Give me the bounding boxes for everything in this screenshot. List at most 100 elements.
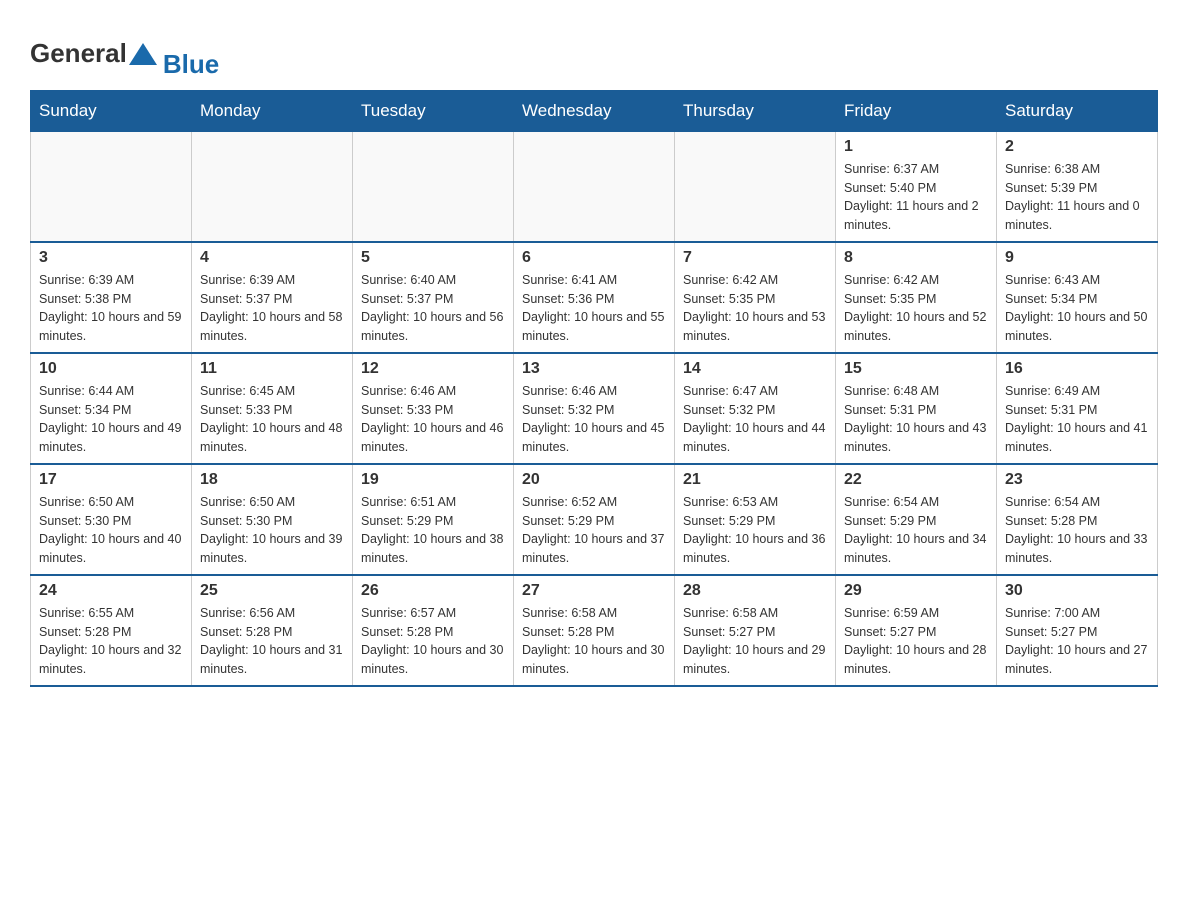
day-number: 19 xyxy=(361,471,505,489)
day-number: 12 xyxy=(361,360,505,378)
calendar-day-cell: 17 Sunrise: 6:50 AMSunset: 5:30 PMDayligh… xyxy=(31,464,192,575)
day-number: 24 xyxy=(39,582,183,600)
calendar-day-cell xyxy=(514,131,675,242)
logo-blue-text: Blue xyxy=(163,49,219,80)
day-info: Sunrise: 6:57 AMSunset: 5:28 PMDaylight:… xyxy=(361,604,505,679)
weekday-header-tuesday: Tuesday xyxy=(353,90,514,131)
calendar-week-row: 24 Sunrise: 6:55 AMSunset: 5:28 PMDayligh… xyxy=(31,575,1158,686)
calendar-week-row: 10 Sunrise: 6:44 AMSunset: 5:34 PMDayligh… xyxy=(31,353,1158,464)
calendar-day-cell: 11 Sunrise: 6:45 AMSunset: 5:33 PMDayligh… xyxy=(192,353,353,464)
day-number: 1 xyxy=(844,138,988,156)
calendar-day-cell xyxy=(192,131,353,242)
calendar-day-cell: 7 Sunrise: 6:42 AMSunset: 5:35 PMDaylight… xyxy=(675,242,836,353)
day-info: Sunrise: 6:44 AMSunset: 5:34 PMDaylight:… xyxy=(39,382,183,457)
day-number: 30 xyxy=(1005,582,1149,600)
calendar-week-row: 3Sunrise: 6:39 AMSunset: 5:38 PMDaylight… xyxy=(31,242,1158,353)
calendar-day-cell: 20 Sunrise: 6:52 AMSunset: 5:29 PMDayligh… xyxy=(514,464,675,575)
calendar-day-cell: 23 Sunrise: 6:54 AMSunset: 5:28 PMDayligh… xyxy=(997,464,1158,575)
weekday-header-sunday: Sunday xyxy=(31,90,192,131)
weekday-header-monday: Monday xyxy=(192,90,353,131)
day-info: Sunrise: 6:40 AMSunset: 5:37 PMDaylight:… xyxy=(361,271,505,346)
calendar-day-cell xyxy=(675,131,836,242)
logo: General Blue xyxy=(30,28,219,80)
calendar-day-cell: 28 Sunrise: 6:58 AMSunset: 5:27 PMDayligh… xyxy=(675,575,836,686)
calendar-day-cell: 15 Sunrise: 6:48 AMSunset: 5:31 PMDayligh… xyxy=(836,353,997,464)
day-number: 17 xyxy=(39,471,183,489)
day-number: 23 xyxy=(1005,471,1149,489)
calendar-day-cell: 13 Sunrise: 6:46 AMSunset: 5:32 PMDayligh… xyxy=(514,353,675,464)
day-info: Sunrise: 6:49 AMSunset: 5:31 PMDaylight:… xyxy=(1005,382,1149,457)
logo-general-text: General xyxy=(30,38,127,69)
weekday-header-row: SundayMondayTuesdayWednesdayThursdayFrid… xyxy=(31,90,1158,131)
day-info: Sunrise: 6:56 AMSunset: 5:28 PMDaylight:… xyxy=(200,604,344,679)
calendar-day-cell: 18 Sunrise: 6:50 AMSunset: 5:30 PMDayligh… xyxy=(192,464,353,575)
day-number: 3 xyxy=(39,249,183,267)
day-number: 25 xyxy=(200,582,344,600)
day-info: Sunrise: 6:46 AMSunset: 5:32 PMDaylight:… xyxy=(522,382,666,457)
weekday-header-saturday: Saturday xyxy=(997,90,1158,131)
day-number: 8 xyxy=(844,249,988,267)
calendar-day-cell: 6 Sunrise: 6:41 AMSunset: 5:36 PMDaylight… xyxy=(514,242,675,353)
calendar-week-row: 1 Sunrise: 6:37 AMSunset: 5:40 PMDaylight… xyxy=(31,131,1158,242)
calendar-header: SundayMondayTuesdayWednesdayThursdayFrid… xyxy=(31,90,1158,131)
day-info: Sunrise: 6:54 AMSunset: 5:29 PMDaylight:… xyxy=(844,493,988,568)
day-info: Sunrise: 6:54 AMSunset: 5:28 PMDaylight:… xyxy=(1005,493,1149,568)
day-info: Sunrise: 6:58 AMSunset: 5:27 PMDaylight:… xyxy=(683,604,827,679)
day-info: Sunrise: 6:43 AMSunset: 5:34 PMDaylight:… xyxy=(1005,271,1149,346)
day-info: Sunrise: 6:37 AMSunset: 5:40 PMDaylight:… xyxy=(844,160,988,235)
calendar-day-cell: 30 Sunrise: 7:00 AMSunset: 5:27 PMDayligh… xyxy=(997,575,1158,686)
day-info: Sunrise: 6:51 AMSunset: 5:29 PMDaylight:… xyxy=(361,493,505,568)
day-number: 5 xyxy=(361,249,505,267)
day-number: 26 xyxy=(361,582,505,600)
day-number: 15 xyxy=(844,360,988,378)
day-info: Sunrise: 6:42 AMSunset: 5:35 PMDaylight:… xyxy=(844,271,988,346)
logo-triangle-icon xyxy=(129,43,157,65)
day-info: Sunrise: 6:59 AMSunset: 5:27 PMDaylight:… xyxy=(844,604,988,679)
calendar-day-cell xyxy=(353,131,514,242)
calendar-day-cell: 24 Sunrise: 6:55 AMSunset: 5:28 PMDayligh… xyxy=(31,575,192,686)
calendar-day-cell: 8 Sunrise: 6:42 AMSunset: 5:35 PMDaylight… xyxy=(836,242,997,353)
day-info: Sunrise: 6:46 AMSunset: 5:33 PMDaylight:… xyxy=(361,382,505,457)
logo-text-line2 xyxy=(163,28,219,49)
calendar-day-cell: 4Sunrise: 6:39 AMSunset: 5:37 PMDaylight… xyxy=(192,242,353,353)
day-number: 11 xyxy=(200,360,344,378)
day-info: Sunrise: 6:52 AMSunset: 5:29 PMDaylight:… xyxy=(522,493,666,568)
day-number: 18 xyxy=(200,471,344,489)
calendar-day-cell: 22Sunrise: 6:54 AMSunset: 5:29 PMDayligh… xyxy=(836,464,997,575)
day-info: Sunrise: 6:53 AMSunset: 5:29 PMDaylight:… xyxy=(683,493,827,568)
calendar-day-cell: 25 Sunrise: 6:56 AMSunset: 5:28 PMDayligh… xyxy=(192,575,353,686)
weekday-header-thursday: Thursday xyxy=(675,90,836,131)
calendar-day-cell: 2Sunrise: 6:38 AMSunset: 5:39 PMDaylight… xyxy=(997,131,1158,242)
day-number: 6 xyxy=(522,249,666,267)
day-info: Sunrise: 6:50 AMSunset: 5:30 PMDaylight:… xyxy=(200,493,344,568)
day-info: Sunrise: 6:50 AMSunset: 5:30 PMDaylight:… xyxy=(39,493,183,568)
calendar-day-cell: 29 Sunrise: 6:59 AMSunset: 5:27 PMDayligh… xyxy=(836,575,997,686)
day-number: 16 xyxy=(1005,360,1149,378)
day-number: 10 xyxy=(39,360,183,378)
calendar-day-cell xyxy=(31,131,192,242)
day-info: Sunrise: 6:55 AMSunset: 5:28 PMDaylight:… xyxy=(39,604,183,679)
calendar-day-cell: 14Sunrise: 6:47 AMSunset: 5:32 PMDayligh… xyxy=(675,353,836,464)
day-info: Sunrise: 6:48 AMSunset: 5:31 PMDaylight:… xyxy=(844,382,988,457)
calendar-day-cell: 27Sunrise: 6:58 AMSunset: 5:28 PMDayligh… xyxy=(514,575,675,686)
day-info: Sunrise: 6:42 AMSunset: 5:35 PMDaylight:… xyxy=(683,271,827,346)
day-number: 20 xyxy=(522,471,666,489)
day-number: 13 xyxy=(522,360,666,378)
calendar-day-cell: 10 Sunrise: 6:44 AMSunset: 5:34 PMDayligh… xyxy=(31,353,192,464)
day-info: Sunrise: 7:00 AMSunset: 5:27 PMDaylight:… xyxy=(1005,604,1149,679)
calendar-day-cell: 16 Sunrise: 6:49 AMSunset: 5:31 PMDayligh… xyxy=(997,353,1158,464)
calendar-body: 1 Sunrise: 6:37 AMSunset: 5:40 PMDaylight… xyxy=(31,131,1158,686)
day-number: 29 xyxy=(844,582,988,600)
calendar-day-cell: 12 Sunrise: 6:46 AMSunset: 5:33 PMDayligh… xyxy=(353,353,514,464)
day-info: Sunrise: 6:45 AMSunset: 5:33 PMDaylight:… xyxy=(200,382,344,457)
calendar-day-cell: 26 Sunrise: 6:57 AMSunset: 5:28 PMDayligh… xyxy=(353,575,514,686)
day-number: 28 xyxy=(683,582,827,600)
calendar-day-cell: 21 Sunrise: 6:53 AMSunset: 5:29 PMDayligh… xyxy=(675,464,836,575)
header: General Blue xyxy=(30,20,1158,80)
day-info: Sunrise: 6:41 AMSunset: 5:36 PMDaylight:… xyxy=(522,271,666,346)
day-number: 4 xyxy=(200,249,344,267)
day-number: 7 xyxy=(683,249,827,267)
day-number: 27 xyxy=(522,582,666,600)
weekday-header-wednesday: Wednesday xyxy=(514,90,675,131)
day-number: 21 xyxy=(683,471,827,489)
